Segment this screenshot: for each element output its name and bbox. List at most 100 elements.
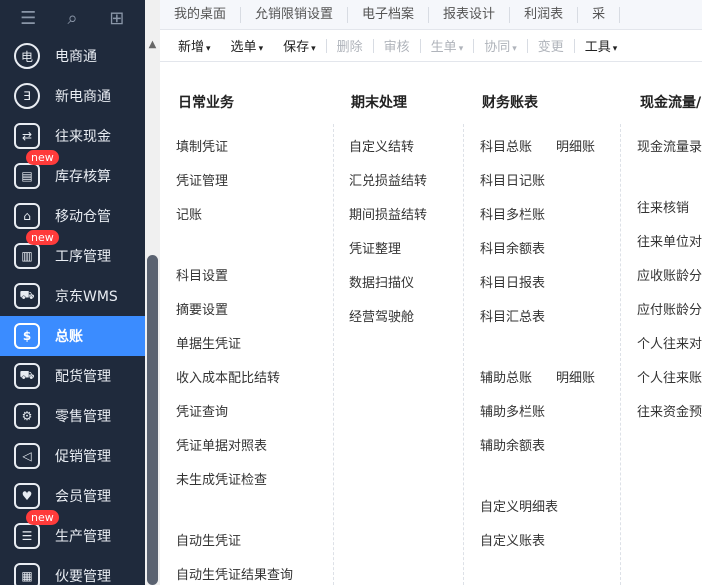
- sidebar-item[interactable]: ▥ 工序管理 new: [0, 230, 145, 276]
- sidebar-item-label: 往来现金: [55, 129, 111, 145]
- toolbar-button[interactable]: 生单 ▾: [421, 36, 474, 55]
- sidebar-item-label: 会员管理: [55, 489, 111, 505]
- menu-item[interactable]: 往来核销: [637, 197, 689, 216]
- module-icon: ⛟: [14, 363, 40, 389]
- sidebar-item-label: 零售管理: [55, 409, 111, 425]
- toolbar-button[interactable]: 变更: [528, 36, 574, 55]
- chevron-down-icon: ▾: [258, 44, 264, 54]
- menu-item[interactable]: 自定义结转: [349, 136, 414, 155]
- menu-item[interactable]: 辅助总账: [480, 367, 532, 386]
- search-icon[interactable]: ⌕: [57, 8, 87, 29]
- module-icon: 电: [14, 43, 40, 69]
- menu-item[interactable]: 辅助多栏账: [480, 401, 545, 420]
- sidebar-nav: 电电商通 ∃ 新电商通 ⇄ 往来现金 ▤ 库存核算 new ⌂ 移动仓管 ▥ 工序管理 new ⛟ 京东WM…: [0, 36, 145, 585]
- scrollbar-thumb[interactable]: [147, 255, 158, 585]
- sidebar-top-bar: ☰ ⌕ ⊞: [0, 0, 145, 36]
- sidebar-item[interactable]: ♥ 会员管理: [0, 476, 145, 516]
- toolbar-button-label: 保存: [283, 40, 310, 55]
- sidebar-item[interactable]: ▤ 库存核算 new: [0, 150, 145, 196]
- toolbar-button[interactable]: 删除: [327, 36, 373, 55]
- menu-item[interactable]: 往来资金预: [637, 401, 702, 420]
- toolbar-button[interactable]: 协同 ▾: [474, 36, 527, 55]
- menu-item[interactable]: 科目余额表: [480, 238, 545, 257]
- module-icon: ▦: [14, 563, 40, 585]
- chevron-down-icon: ▾: [311, 44, 316, 54]
- add-doc-icon[interactable]: ⊞: [102, 8, 132, 29]
- menu-item[interactable]: 科目日报表: [480, 272, 545, 291]
- column-divider: [463, 124, 464, 585]
- sidebar-item-label: 配货管理: [55, 369, 111, 385]
- new-badge: new: [26, 510, 59, 525]
- sidebar-item[interactable]: ▦ 伙要管理: [0, 556, 145, 585]
- menu-item[interactable]: 摘要设置: [176, 299, 228, 318]
- toolbar-button-label: 协同: [484, 40, 511, 55]
- menu-item[interactable]: 记账: [176, 204, 202, 223]
- menu-item[interactable]: 科目日记账: [480, 170, 545, 189]
- menu-item[interactable]: 科目设置: [176, 265, 228, 284]
- menu-item[interactable]: 凭证查询: [176, 401, 228, 420]
- sidebar-scrollbar[interactable]: ▲: [145, 0, 160, 585]
- module-icon: ∃: [14, 83, 40, 109]
- menu-item[interactable]: 自定义明细表: [480, 496, 558, 515]
- menu-item[interactable]: 应收账龄分: [637, 265, 702, 284]
- menu-item[interactable]: 收入成本配比结转: [176, 367, 280, 386]
- scroll-up-icon[interactable]: ▲: [145, 38, 160, 52]
- menu-item[interactable]: 科目多栏账: [480, 204, 545, 223]
- menu-item[interactable]: 未生成凭证检查: [176, 469, 267, 488]
- module-icon: ▥: [14, 243, 40, 269]
- sidebar-item[interactable]: ⛟ 配货管理: [0, 356, 145, 396]
- column-divider: [333, 124, 334, 585]
- menu-item[interactable]: 单据生凭证: [176, 333, 241, 352]
- menu-item[interactable]: 个人往来对: [637, 333, 702, 352]
- sidebar-item-label: 移动仓管: [55, 209, 111, 225]
- sidebar-item[interactable]: ☰ 生产管理 new: [0, 510, 145, 556]
- menu-item[interactable]: 明细账: [556, 136, 595, 155]
- toolbar-button-label: 选单: [230, 40, 257, 55]
- tab-sales-restrict[interactable]: 允销限销设置: [241, 6, 349, 23]
- sidebar-item[interactable]: 电电商通: [0, 36, 145, 76]
- toolbar-button[interactable]: 新增 ▾: [168, 36, 221, 55]
- sidebar-item[interactable]: ◁ 促销管理: [0, 436, 145, 476]
- menu-icon[interactable]: ☰: [13, 8, 43, 29]
- tab-desktop[interactable]: 我的桌面: [160, 6, 242, 23]
- menu-item[interactable]: 应付账龄分: [637, 299, 702, 318]
- toolbar-button[interactable]: 工具 ▾: [575, 36, 628, 55]
- menu-item[interactable]: 个人往来账: [637, 367, 702, 386]
- menu-item[interactable]: 现金流量录: [637, 136, 702, 155]
- menu-item[interactable]: 明细账: [556, 367, 595, 386]
- tab-e-archive[interactable]: 电子档案: [348, 6, 430, 23]
- menu-item[interactable]: 经营驾驶舱: [349, 306, 414, 325]
- column-divider: [620, 124, 621, 585]
- menu-item[interactable]: 凭证管理: [176, 170, 228, 189]
- menu-item[interactable]: 自动生凭证结果查询: [176, 564, 293, 583]
- toolbar-button-label: 工具: [584, 40, 611, 55]
- menu-item[interactable]: 数据扫描仪: [349, 272, 414, 291]
- sidebar-item[interactable]: $ 总账: [0, 316, 145, 356]
- menu-item[interactable]: 科目总账: [480, 136, 532, 155]
- sidebar-item[interactable]: ∃ 新电商通: [0, 76, 145, 116]
- sidebar-item[interactable]: ⛟ 京东WMS: [0, 276, 145, 316]
- menu-item[interactable]: 往来单位对: [637, 231, 702, 250]
- toolbar-button[interactable]: 保存 ▾: [273, 36, 326, 55]
- menu-item[interactable]: 凭证单据对照表: [176, 435, 267, 454]
- chevron-down-icon: ▾: [612, 44, 618, 54]
- sidebar-item[interactable]: ⚙ 零售管理: [0, 396, 145, 436]
- sidebar-item[interactable]: ⇄ 往来现金: [0, 116, 145, 156]
- toolbar-button[interactable]: 审核: [374, 36, 420, 55]
- menu-item[interactable]: 汇兑损益结转: [349, 170, 427, 189]
- toolbar-button[interactable]: 选单 ▾: [221, 36, 274, 55]
- tab-profit[interactable]: 利润表: [510, 6, 579, 23]
- sidebar: ☰ ⌕ ⊞ 电电商通 ∃ 新电商通 ⇄ 往来现金 ▤ 库存核算 new ⌂ 移动仓管 ▥ 工序管理 ne…: [0, 0, 145, 585]
- sidebar-item-label: 京东WMS: [55, 289, 118, 305]
- menu-item[interactable]: 填制凭证: [176, 136, 228, 155]
- menu-item[interactable]: 科目汇总表: [480, 306, 545, 325]
- sidebar-item[interactable]: ⌂ 移动仓管: [0, 196, 145, 236]
- menu-item[interactable]: 自定义账表: [480, 530, 545, 549]
- menu-item[interactable]: 辅助余额表: [480, 435, 545, 454]
- tab-report-design[interactable]: 报表设计: [429, 6, 511, 23]
- sidebar-item-label: 工序管理: [55, 249, 111, 265]
- menu-item[interactable]: 自动生凭证: [176, 530, 241, 549]
- menu-item[interactable]: 期间损益结转: [349, 204, 427, 223]
- menu-item[interactable]: 凭证整理: [349, 238, 401, 257]
- tab-purchase[interactable]: 采: [578, 6, 621, 23]
